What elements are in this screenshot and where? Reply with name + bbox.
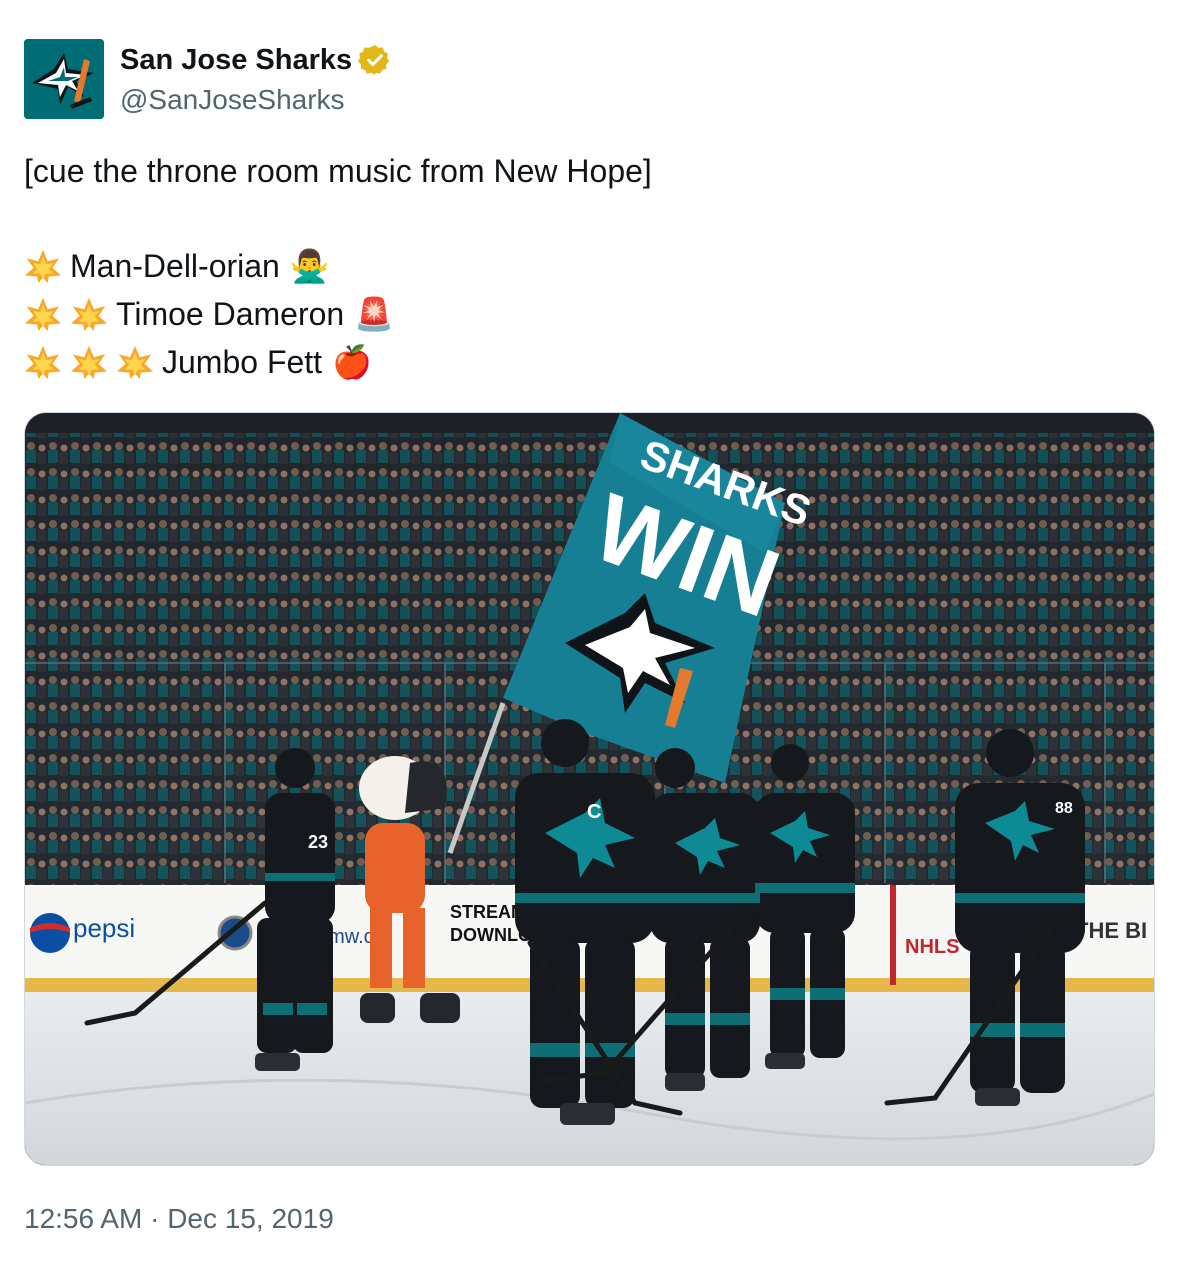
author-name-row: San Jose Sharks — [120, 42, 392, 78]
jersey-number-23: 23 — [308, 832, 328, 852]
glowing-star-icon — [70, 297, 108, 332]
tweet-timestamp: 12:56 AM · Dec 15, 2019 — [24, 1199, 334, 1239]
glowing-star-icon — [24, 345, 62, 380]
tweet-date[interactable]: Dec 15, 2019 — [167, 1203, 334, 1234]
apple-icon: 🍎 — [332, 344, 372, 380]
sharks-logo-icon — [24, 39, 104, 119]
glowing-star-icon — [24, 297, 62, 332]
siren-icon: 🚨 — [354, 296, 395, 332]
ranking-row-2: Timoe Dameron 🚨 — [24, 294, 402, 334]
board-pepsi: pepsi — [73, 913, 135, 943]
tweet-card: San Jose Sharks @SanJoseSharks [cue the … — [0, 0, 1189, 1264]
jersey-number-88: 88 — [1055, 800, 1073, 817]
ranking-name-3: Jumbo Fett — [162, 344, 323, 380]
avatar[interactable] — [24, 39, 104, 119]
jersey-captain-c: C — [587, 801, 601, 823]
ranking-name-1: Man-Dell-orian — [70, 248, 280, 284]
photo-hockey-celebration: pepsi bmw.co STREAM Y DOWNLOA NHLS THE B… — [25, 413, 1154, 1165]
glowing-star-icon — [70, 345, 108, 380]
ranking-row-1: Man-Dell-orian 🙅‍♂️ — [24, 246, 338, 286]
person-gesturing-no-icon: 🙅‍♂️ — [289, 248, 330, 284]
ranking-name-2: Timoe Dameron — [116, 296, 345, 332]
board-nhl: NHLS — [905, 936, 959, 958]
author-handle[interactable]: @SanJoseSharks — [120, 82, 345, 118]
ranking-row-3: Jumbo Fett 🍎 — [24, 342, 380, 382]
display-name[interactable]: San Jose Sharks — [120, 42, 352, 78]
glowing-star-icon — [116, 345, 154, 380]
tweet-time[interactable]: 12:56 AM — [24, 1203, 142, 1234]
tweet-text-line: [cue the throne room music from New Hope… — [24, 151, 652, 191]
verified-badge-icon — [358, 45, 390, 75]
timestamp-separator: · — [150, 1203, 160, 1234]
board-the: THE BI — [1075, 918, 1147, 943]
tweet-photo[interactable]: pepsi bmw.co STREAM Y DOWNLOA NHLS THE B… — [24, 412, 1155, 1166]
tweet-text-intro: [cue the throne room music from New Hope… — [24, 153, 652, 189]
glowing-star-icon — [24, 249, 62, 284]
